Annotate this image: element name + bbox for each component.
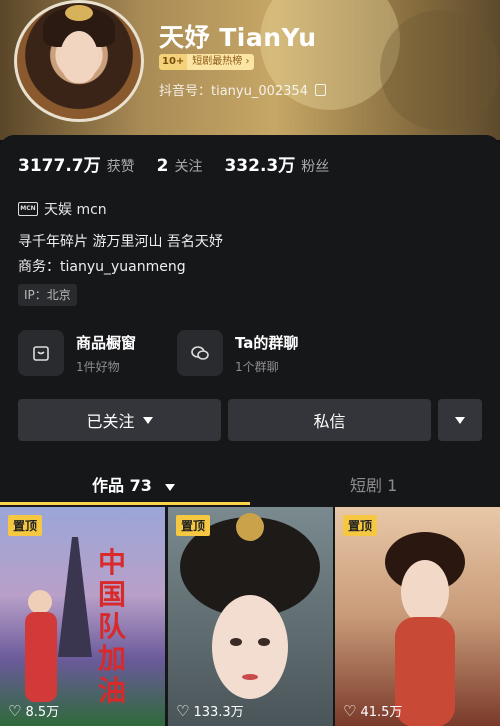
douyin-id: 抖音号：tianyu_002354 (159, 80, 326, 99)
stat-following[interactable]: 2 关注 (157, 156, 203, 176)
avatar-face (60, 31, 98, 83)
feature-shop-window[interactable]: 商品橱窗 1件好物 (18, 330, 136, 376)
ranking-badge[interactable]: 10+ 短剧最热榜 › (159, 54, 255, 70)
business-contact: 商务：tianyu_yuanmeng (18, 259, 186, 275)
mcn-icon: MCN (18, 202, 38, 216)
caret-down-icon (455, 416, 465, 424)
mcn-row[interactable]: MCN 天娱 mcn (18, 199, 107, 219)
bio-text: 寻千年碎片 游万里河山 吾名天妤 (18, 234, 223, 250)
avatar[interactable] (14, 0, 144, 122)
followed-button[interactable]: 已关注 (18, 399, 221, 441)
tab-short-drama-label: 短剧 1 (350, 476, 398, 495)
feature-shop-subtitle: 1件好物 (76, 359, 120, 374)
stat-followers-value: 332.3万 (224, 156, 296, 176)
thumbnail-art (25, 537, 92, 702)
stat-following-label: 关注 (174, 159, 203, 175)
chat-bubbles-icon (177, 330, 223, 376)
content-tabs: 作品 73 短剧 1 (0, 462, 500, 506)
video-grid: 中国队加油 置顶 ♡ 8.5万 置顶 ♡ 133.3万 置顶 ♡ 41.5万 (0, 507, 500, 726)
caret-down-icon (165, 484, 176, 491)
video-thumbnail[interactable]: 置顶 ♡ 41.5万 (335, 507, 500, 726)
like-count-value: 8.5万 (25, 705, 60, 720)
copy-icon[interactable] (314, 83, 326, 96)
stat-followers-label: 粉丝 (301, 159, 330, 175)
like-count: ♡ 41.5万 (343, 701, 403, 721)
heart-icon: ♡ (8, 701, 22, 720)
stat-followers[interactable]: 332.3万 粉丝 (224, 151, 329, 176)
stats-row: 3177.7万 获赞 2 关注 332.3万 粉丝 (18, 151, 351, 176)
thumbnail-art (180, 513, 320, 699)
message-button[interactable]: 私信 (228, 399, 431, 441)
heart-icon: ♡ (343, 701, 357, 720)
stat-likes-label: 获赞 (106, 159, 135, 175)
video-thumbnail[interactable]: 中国队加油 置顶 ♡ 8.5万 (0, 507, 165, 726)
pinned-badge: 置顶 (176, 515, 211, 536)
thumbnail-art (385, 532, 465, 726)
douyin-id-text: 抖音号：tianyu_002354 (159, 84, 308, 99)
like-count: ♡ 8.5万 (8, 701, 60, 721)
like-count: ♡ 133.3万 (176, 701, 244, 721)
feature-shop-title: 商品橱窗 (76, 333, 137, 352)
caret-down-icon (142, 416, 153, 424)
ip-location: IP：北京 (18, 284, 77, 306)
badge-text: 短剧最热榜 › (187, 54, 255, 70)
profile-name: 天妤 TianYu (159, 23, 317, 52)
mcn-label: 天娱 mcn (44, 202, 107, 218)
feature-chat-title: Ta的群聊 (235, 333, 299, 352)
tab-works-label: 作品 73 (92, 476, 152, 495)
tab-short-drama[interactable]: 短剧 1 (350, 472, 397, 496)
stat-likes[interactable]: 3177.7万 获赞 (18, 151, 135, 176)
tab-works[interactable]: 作品 73 (92, 472, 176, 496)
pinned-badge: 置顶 (8, 515, 43, 536)
banner-shadow (380, 10, 500, 130)
shopping-bag-icon (18, 330, 64, 376)
like-count-value: 41.5万 (360, 705, 403, 720)
more-options-button[interactable] (438, 399, 482, 441)
poster-slogan: 中国队加油 (98, 546, 127, 707)
active-tab-indicator (0, 502, 250, 505)
message-button-label: 私信 (313, 412, 346, 431)
followed-button-label: 已关注 (86, 412, 135, 431)
stat-likes-value: 3177.7万 (18, 156, 101, 176)
stat-following-value: 2 (156, 156, 169, 176)
avatar-crown (65, 5, 93, 21)
badge-level: 10+ (159, 54, 188, 70)
feature-chat-subtitle: 1个群聊 (235, 359, 279, 374)
video-thumbnail[interactable]: 置顶 ♡ 133.3万 (168, 507, 333, 726)
pinned-badge: 置顶 (343, 515, 378, 536)
like-count-value: 133.3万 (193, 705, 244, 720)
heart-icon: ♡ (176, 701, 190, 720)
feature-group-chat[interactable]: Ta的群聊 1个群聊 (177, 330, 298, 376)
